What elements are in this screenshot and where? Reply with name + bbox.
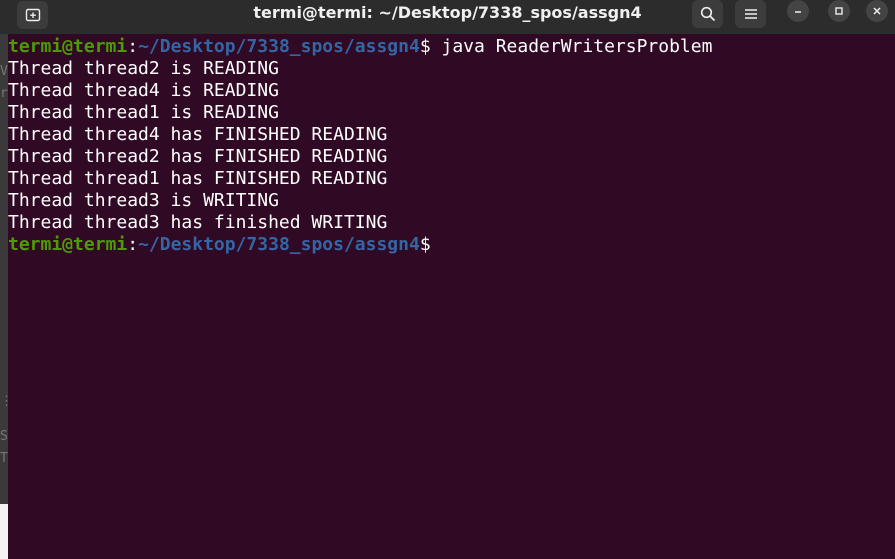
- prompt-path: ~/Desktop/7338_spos/assgn4: [138, 36, 420, 57]
- close-icon: [873, 7, 881, 15]
- prompt-path: ~/Desktop/7338_spos/assgn4: [138, 234, 420, 255]
- command-text: java ReaderWritersProblem: [430, 36, 713, 57]
- output-line: Thread thread1 is READING: [8, 102, 279, 123]
- output-line: Thread thread1 has FINISHED READING: [8, 168, 388, 189]
- prompt-colon: :: [127, 234, 139, 255]
- prompt-symbol: $: [419, 36, 431, 57]
- search-button[interactable]: [692, 0, 723, 28]
- prompt-symbol: $: [419, 234, 431, 255]
- output-line: Thread thread4 is READING: [8, 80, 279, 101]
- menu-button[interactable]: [735, 0, 766, 28]
- hamburger-menu-icon: [744, 9, 757, 19]
- search-icon: [700, 6, 715, 22]
- prompt-user-host: termi@termi: [8, 234, 128, 255]
- window-titlebar: termi@termi: ~/Desktop/7338_spos/assgn4: [0, 0, 895, 34]
- output-line: Thread thread2 has FINISHED READING: [8, 146, 388, 167]
- command-line: termi@termi:~/Desktop/7338_spos/assgn4$ …: [8, 36, 895, 58]
- output-line: Thread thread3 has finished WRITING: [8, 212, 388, 233]
- maximize-icon: [835, 7, 843, 15]
- minimize-icon: [795, 11, 801, 13]
- terminal-output-area[interactable]: termi@termi:~/Desktop/7338_spos/assgn4$ …: [8, 34, 895, 559]
- close-button[interactable]: [866, 0, 888, 22]
- prompt-user-host: termi@termi: [8, 36, 128, 57]
- minimize-button[interactable]: [787, 0, 809, 22]
- maximize-button[interactable]: [828, 0, 850, 22]
- output-line: Thread thread3 is WRITING: [8, 190, 279, 211]
- prompt-colon: :: [127, 36, 139, 57]
- output-line: Thread thread4 has FINISHED READING: [8, 124, 388, 145]
- output-line: Thread thread2 is READING: [8, 58, 279, 79]
- background-window-edge: V r ⋮ S T: [0, 34, 8, 559]
- current-prompt-line[interactable]: termi@termi:~/Desktop/7338_spos/assgn4$: [8, 234, 895, 256]
